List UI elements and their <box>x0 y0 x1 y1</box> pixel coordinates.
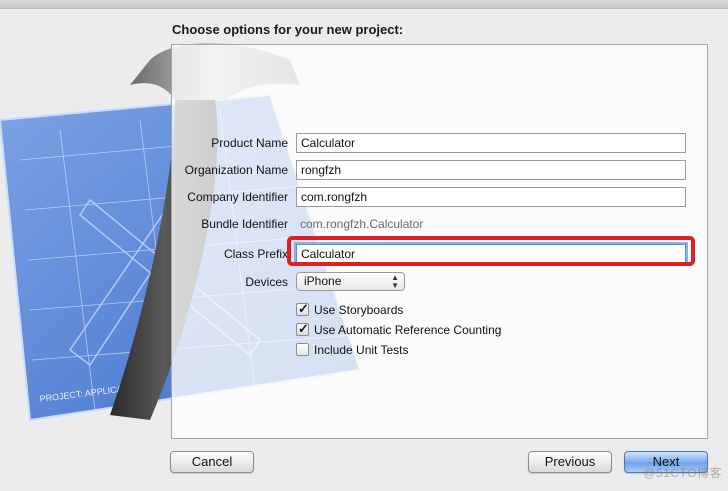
devices-row: Devices iPhone ▲ ▼ <box>172 272 707 294</box>
product-name-label: Product Name <box>211 136 288 150</box>
include-unit-tests-label: Include Unit Tests <box>314 343 409 357</box>
organization-name-row: Organization Name <box>172 160 707 182</box>
bundle-identifier-label: Bundle Identifier <box>201 217 288 231</box>
product-name-row: Product Name <box>172 133 707 155</box>
previous-button[interactable]: Previous <box>528 451 612 473</box>
use-arc-checkbox[interactable]: ✓ Use Automatic Reference Counting <box>296 321 676 339</box>
organization-name-input[interactable] <box>296 160 686 180</box>
product-name-input[interactable] <box>296 133 686 153</box>
use-arc-label: Use Automatic Reference Counting <box>314 323 502 337</box>
bundle-identifier-value: com.rongfzh.Calculator <box>300 217 424 231</box>
checkbox-checked-icon: ✓ <box>296 301 309 316</box>
devices-selected-value: iPhone <box>304 274 342 288</box>
window-titlebar <box>0 0 728 9</box>
class-prefix-label: Class Prefix <box>223 247 288 261</box>
include-unit-tests-checkbox[interactable]: Include Unit Tests <box>296 341 676 359</box>
use-storyboards-checkbox[interactable]: ✓ Use Storyboards <box>296 301 676 319</box>
cancel-button[interactable]: Cancel <box>170 451 254 473</box>
company-identifier-label: Company Identifier <box>187 190 288 204</box>
use-storyboards-label: Use Storyboards <box>314 303 404 317</box>
company-identifier-input[interactable] <box>296 187 686 207</box>
company-identifier-row: Company Identifier <box>172 187 707 209</box>
checkbox-checked-icon: ✓ <box>296 321 309 336</box>
devices-label: Devices <box>245 275 288 289</box>
updown-arrows-icon: ▲ ▼ <box>391 273 399 290</box>
page-title: Choose options for your new project: <box>172 22 404 37</box>
bundle-identifier-row: Bundle Identifier com.rongfzh.Calculator <box>172 214 707 236</box>
checkbox-unchecked-icon <box>296 343 309 356</box>
watermark: @51CTO博客 <box>643 466 722 480</box>
devices-select[interactable]: iPhone ▲ ▼ <box>296 272 405 291</box>
organization-name-label: Organization Name <box>184 163 288 177</box>
class-prefix-highlight <box>287 236 695 266</box>
